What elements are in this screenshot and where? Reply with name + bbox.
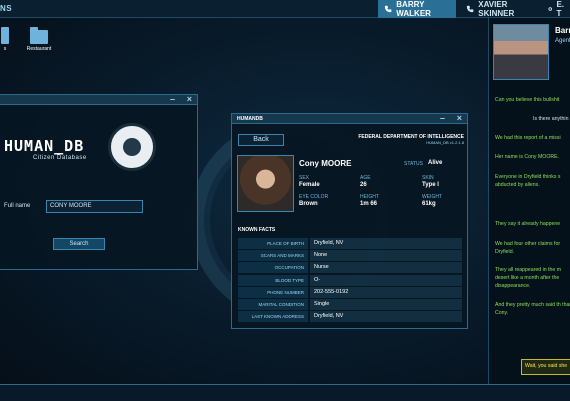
search-button[interactable]: Search bbox=[53, 238, 105, 250]
contact-name: Barr bbox=[555, 26, 570, 35]
tab-label: E. T bbox=[556, 0, 564, 18]
folder-icon bbox=[30, 27, 48, 44]
app-title: HUMAN_DB bbox=[4, 137, 85, 155]
fact-key: SCARS AND MARKS bbox=[238, 250, 308, 262]
fact-key: BLOOD TYPE bbox=[238, 274, 308, 286]
phone-icon bbox=[466, 5, 474, 13]
profile-photo bbox=[237, 155, 294, 212]
table-row: MARITAL CONDITION Single bbox=[238, 298, 462, 310]
fact-value: Dryfield, NV bbox=[310, 238, 462, 249]
app-title: NS bbox=[0, 4, 13, 13]
desktop-icon-label: s bbox=[3, 46, 7, 52]
back-button[interactable]: Back bbox=[238, 134, 284, 146]
tab-label: XAVIER SKINNER bbox=[478, 0, 515, 18]
sex-value: Female bbox=[299, 182, 320, 188]
phone-icon bbox=[384, 5, 392, 13]
table-row: BLOOD TYPE O- bbox=[238, 274, 462, 286]
weight-label: WEIGHT bbox=[422, 194, 442, 200]
chat-message: And they pretty much said th than Cony. bbox=[495, 302, 570, 316]
chat-message: Everyone in Dryfield thinks s abducted b… bbox=[495, 174, 561, 188]
app-subtitle: Citizen Database bbox=[33, 155, 87, 161]
window-titlebar: – × bbox=[0, 94, 197, 105]
status-value: Alive bbox=[428, 160, 443, 166]
table-row: LAST KNOWN ADDRESS Dryfield, NV bbox=[238, 311, 462, 323]
chat-message: Her name is Cony MOORE. bbox=[495, 154, 559, 160]
weight-value: 61kg bbox=[422, 201, 436, 207]
contact-role: Agent bbox=[555, 38, 570, 44]
chat-message: We had four other claims for Dryfield. bbox=[495, 241, 561, 255]
fact-key: PHONE NUMBER bbox=[238, 286, 308, 298]
taskbar bbox=[0, 384, 570, 401]
fact-value: 202-555-0192 bbox=[310, 286, 462, 298]
table-row: PLACE OF BIRTH Dryfield, NV bbox=[238, 238, 462, 249]
folder-icon bbox=[1, 27, 9, 44]
sex-label: SEX bbox=[299, 175, 310, 181]
skin-label: SKIN bbox=[422, 175, 434, 181]
chat-message: We had this report of a missi bbox=[495, 135, 561, 141]
window-titlebar: HUMANDB – × bbox=[232, 113, 467, 124]
table-row: PHONE NUMBER 202-555-0192 bbox=[238, 286, 462, 298]
fullname-label: Full name bbox=[4, 203, 31, 209]
window-title: HUMANDB bbox=[237, 116, 263, 122]
profile-name: Cony MOORE bbox=[299, 159, 352, 168]
fact-value: Nurse bbox=[310, 262, 462, 274]
chat-message: They all reappeared in the m desert like… bbox=[495, 267, 562, 289]
age-label: AGE bbox=[360, 175, 371, 181]
fullname-input[interactable]: CONY MOORE bbox=[46, 200, 143, 213]
close-icon[interactable]: × bbox=[187, 94, 192, 104]
tab-label: BARRY WALKER bbox=[396, 0, 431, 18]
agency-header: FEDERAL DEPARTMENT OF INTELLIGENCE HUMAN… bbox=[358, 134, 464, 145]
chat-message: They say it already happene bbox=[495, 221, 561, 227]
chat-panel: Barr Agent Can you believe this bullshit… bbox=[488, 18, 570, 384]
fact-key: PLACE OF BIRTH bbox=[238, 238, 308, 249]
chat-reply-bubble[interactable]: Wait, you said she bbox=[521, 359, 570, 375]
eye-color-value: Brown bbox=[299, 201, 318, 207]
tab-e-t[interactable]: E. T bbox=[542, 0, 570, 18]
gear-icon bbox=[548, 7, 552, 11]
age-value: 26 bbox=[360, 182, 367, 188]
height-value: 1m 66 bbox=[360, 201, 378, 207]
minimize-icon[interactable]: – bbox=[440, 113, 445, 123]
status-label: STATUS bbox=[404, 161, 423, 167]
known-facts-table: PLACE OF BIRTH Dryfield, NV SCARS AND MAR… bbox=[238, 238, 462, 323]
app-version: HUMAN_DB v1.2.1.8 bbox=[426, 140, 464, 145]
tab-barry-walker[interactable]: BARRY WALKER bbox=[378, 0, 456, 18]
fact-value: None bbox=[310, 250, 462, 262]
fact-value: Single bbox=[310, 298, 462, 310]
fact-key: OCCUPATION bbox=[238, 262, 308, 274]
top-bar: NS BARRY WALKER XAVIER SKINNER E. T bbox=[0, 0, 570, 18]
chat-message-outgoing: Is there anythin bbox=[533, 116, 569, 122]
fact-value: O- bbox=[310, 274, 462, 286]
height-label: HEIGHT bbox=[360, 194, 379, 200]
fact-key: MARITAL CONDITION bbox=[238, 298, 308, 310]
desktop-icon-label: Restaurant bbox=[26, 46, 52, 52]
fact-key: LAST KNOWN ADDRESS bbox=[238, 311, 308, 323]
tab-xavier-skinner[interactable]: XAVIER SKINNER bbox=[460, 0, 540, 18]
skin-value: Type I bbox=[422, 182, 439, 188]
close-icon[interactable]: × bbox=[457, 113, 462, 123]
desktop-icon-folder[interactable]: s bbox=[0, 27, 10, 52]
fact-value: Dryfield, NV bbox=[310, 311, 462, 323]
table-row: SCARS AND MARKS None bbox=[238, 250, 462, 262]
minimize-icon[interactable]: – bbox=[170, 94, 175, 104]
chat-message: Can you believe this bullshit bbox=[495, 97, 560, 103]
desktop-icon-restaurant[interactable]: Restaurant bbox=[25, 27, 53, 52]
avatar bbox=[493, 24, 549, 80]
seal-logo bbox=[108, 123, 156, 171]
eye-color-label: EYE COLOR bbox=[299, 194, 329, 200]
known-facts-heading: KNOWN FACTS bbox=[238, 227, 276, 233]
table-row: OCCUPATION Nurse bbox=[238, 262, 462, 274]
